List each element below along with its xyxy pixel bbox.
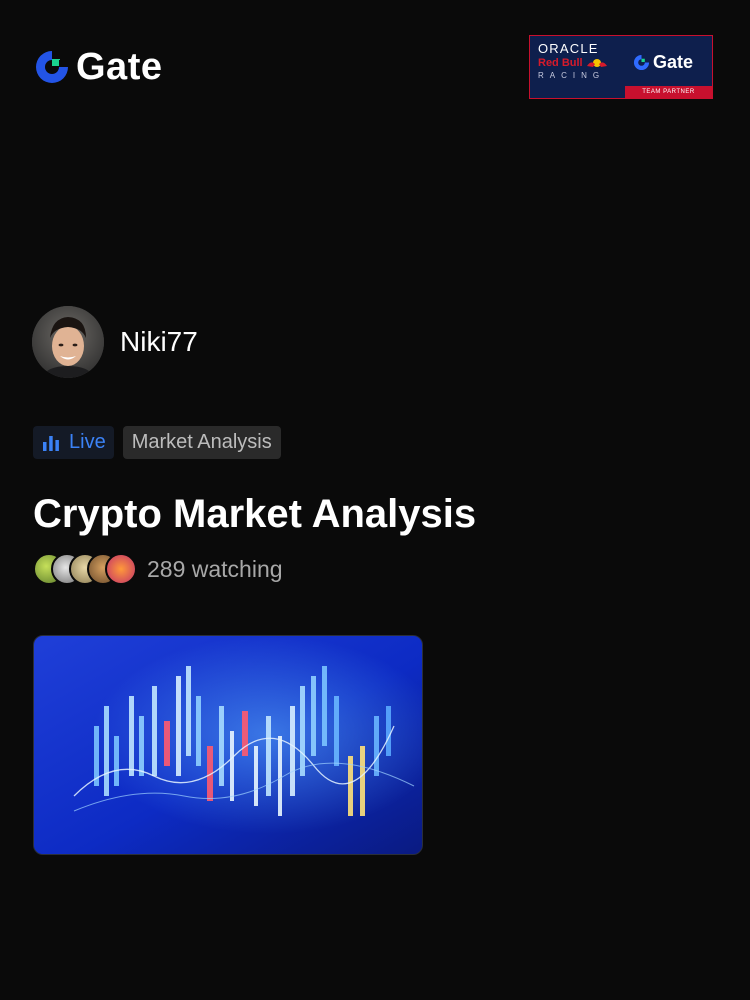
host-name[interactable]: Niki77 bbox=[120, 326, 198, 358]
live-badge: Live bbox=[33, 426, 114, 459]
partner-strip-text: TEAM PARTNER bbox=[625, 86, 712, 98]
live-label: Live bbox=[69, 431, 106, 453]
partner-racing-text: RACING bbox=[538, 71, 606, 80]
gate-logo-text: Gate bbox=[76, 46, 163, 88]
team-partner-badge: ORACLE Red Bull RACING Gate TEAM PARTNER bbox=[529, 35, 713, 99]
viewer-summary: 289 watching bbox=[33, 553, 283, 585]
viewer-avatar bbox=[105, 553, 137, 585]
stream-thumbnail[interactable] bbox=[33, 635, 423, 855]
watching-count: 289 watching bbox=[147, 555, 283, 582]
viewer-avatar-stack bbox=[33, 553, 137, 585]
live-bars-icon bbox=[43, 435, 59, 451]
stream-tags: Live Market Analysis bbox=[33, 426, 281, 459]
host-avatar-icon bbox=[32, 306, 104, 378]
gate-logo-icon bbox=[36, 51, 68, 83]
gate-logo[interactable]: Gate bbox=[34, 46, 162, 88]
partner-oracle-text: ORACLE bbox=[538, 41, 599, 56]
partner-redbull-text: Red Bull bbox=[538, 57, 583, 69]
candlestick-chart-thumbnail bbox=[34, 636, 422, 854]
partner-gate-icon bbox=[633, 54, 650, 70]
category-tag[interactable]: Market Analysis bbox=[122, 426, 281, 459]
stream-title: Crypto Market Analysis bbox=[33, 492, 477, 536]
redbull-icon bbox=[586, 59, 607, 67]
category-label: Market Analysis bbox=[131, 431, 272, 453]
host-avatar[interactable] bbox=[32, 306, 104, 378]
host-info[interactable]: Niki77 bbox=[32, 306, 198, 378]
partner-gate-text: Gate bbox=[653, 52, 694, 72]
